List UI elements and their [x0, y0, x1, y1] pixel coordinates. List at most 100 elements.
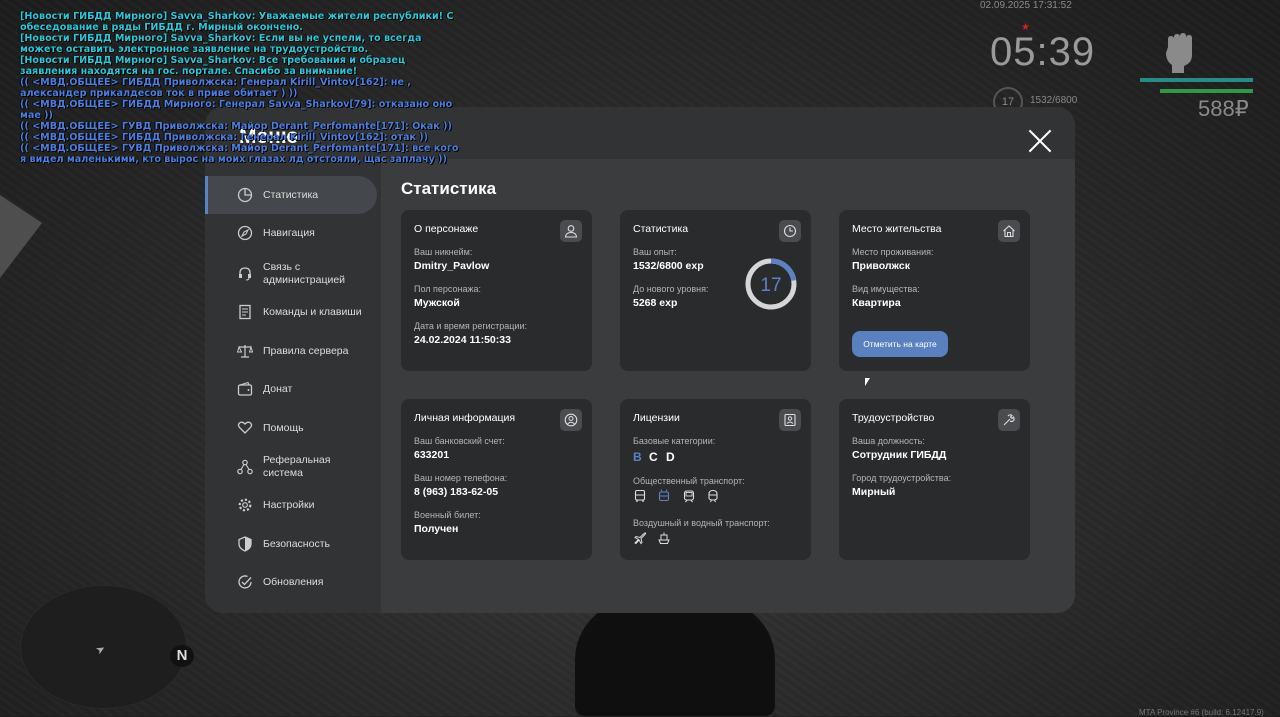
tram-icon — [683, 490, 695, 503]
gender-value: Мужской — [414, 297, 460, 309]
licenses-card: Лицензии Базовые категории: B C D Общест… — [620, 399, 811, 560]
tools-icon — [1003, 414, 1015, 426]
character-card: О персонаже Ваш никнейм: Dmitry_Pavlow П… — [401, 210, 592, 371]
chat-line: [Новости ГИБДД Мирного] Savva_Sharkov: У… — [20, 11, 457, 33]
sidebar-item-label: Обновления — [263, 575, 324, 588]
sidebar-item-navigation[interactable]: Навигация — [205, 214, 374, 252]
chat-line: (( <МВД.ОБЩЕЕ> ГИБДД Приволжска: Генерал… — [20, 77, 415, 99]
trolleybus-icon — [658, 489, 670, 502]
card-title: Статистика — [633, 223, 689, 235]
scales-icon — [237, 345, 253, 358]
bus-icon — [634, 489, 646, 502]
residence-card: Место жительства Место проживания: Приво… — [839, 210, 1030, 371]
place-label: Место проживания: — [852, 247, 934, 257]
pie-chart-icon — [237, 187, 253, 203]
chat-line: (( <МВД.ОБЩЕЕ> ГУВД Приволжска: Майор De… — [20, 121, 452, 132]
military-label: Военный билет: — [414, 510, 481, 520]
basic-categories-label: Базовые категории: — [633, 436, 716, 446]
exp-value: 1532/6800 exp — [633, 260, 704, 272]
sidebar-item-rules[interactable]: Правила сервера — [205, 332, 374, 370]
exp-label: Ваш опыт: — [633, 247, 677, 257]
check-circle-icon — [238, 575, 252, 589]
public-transport-label: Общественный транспорт: — [633, 476, 745, 486]
clock-icon — [783, 224, 797, 238]
airplane-icon — [634, 532, 647, 545]
hud-date: 02.09.2025 17:31:52 — [980, 0, 1072, 11]
sidebar-item-label: Команды и клавиши — [263, 305, 362, 318]
category-b: B — [633, 450, 642, 464]
sidebar-item-updates[interactable]: Обновления — [205, 563, 374, 601]
sidebar-item-label: Связь с администрацией — [263, 261, 346, 286]
card-icon-box — [779, 409, 801, 431]
metro-icon — [708, 489, 718, 503]
property-value: Квартира — [852, 297, 901, 309]
category-c: C — [649, 450, 658, 464]
sidebar-item-admin-contact[interactable]: Связь с администрацией — [205, 255, 374, 293]
heart-hands-icon — [237, 421, 253, 434]
next-level-label: До нового уровня: — [633, 284, 709, 294]
sidebar-item-donate[interactable]: Донат — [205, 370, 374, 408]
document-icon — [239, 304, 251, 320]
close-button[interactable] — [1027, 128, 1053, 154]
sidebar-item-referral[interactable]: Реферальная система — [205, 448, 374, 486]
card-icon-box — [560, 220, 582, 242]
headset-icon — [239, 267, 251, 281]
compass-icon — [237, 225, 253, 241]
bank-label: Ваш банковский счет: — [414, 436, 505, 446]
mark-on-map-button[interactable]: Отметить на карте — [852, 331, 948, 357]
sidebar-item-help[interactable]: Помощь — [205, 409, 374, 447]
chat-line: (( <МВД.ОБЩЕЕ> ГУВД Приволжска: Майор De… — [20, 143, 462, 165]
card-title: Личная информация — [414, 412, 516, 424]
chat-line: [Новости ГИБДД Мирного] Savva_Sharkov: В… — [20, 55, 409, 77]
sidebar-item-statistics[interactable]: Статистика — [205, 176, 377, 214]
north-indicator: N — [170, 645, 194, 667]
place-value: Приволжск — [852, 260, 910, 272]
chat-line: [Новости ГИБДД Мирного] Savva_Sharkov: Е… — [20, 33, 425, 55]
chat-line: (( <МВД.ОБЩЕЕ> ГИБДД Мирного: Генерал Sa… — [20, 99, 456, 121]
armor-bar — [1160, 89, 1253, 93]
chat-box: [Новости ГИБДД Мирного] Savva_Sharkov: У… — [20, 11, 465, 165]
employment-card: Трудоустройство Ваша должность: Сотрудни… — [839, 399, 1030, 560]
card-title: Место жительства — [852, 223, 942, 235]
hud-exp: 1532/6800 — [1030, 95, 1078, 106]
air-water-transport-label: Воздушный и водный транспорт: — [633, 518, 770, 528]
sidebar-item-label: Безопасность — [263, 537, 330, 550]
user-icon — [564, 225, 578, 238]
position-label: Ваша должность: — [852, 436, 925, 446]
wallet-icon — [237, 381, 253, 396]
job-city-value: Мирный — [852, 486, 896, 498]
user-circle-icon — [564, 413, 578, 427]
background-object — [0, 195, 42, 278]
next-level-value: 5268 exp — [633, 297, 678, 309]
card-title: Трудоустройство — [852, 412, 935, 424]
military-value: Получен — [414, 523, 459, 535]
home-icon — [1003, 225, 1015, 238]
stats-card: Статистика Ваш опыт: 1532/6800 exp До но… — [620, 210, 811, 371]
hud-money: 588₽ — [1198, 96, 1249, 121]
sidebar-item-label: Правила сервера — [263, 344, 349, 357]
section-title: Статистика — [401, 179, 497, 198]
sidebar-item-label: Помощь — [263, 421, 304, 434]
reg-label: Дата и время регистрации: — [414, 321, 527, 331]
personal-info-card: Личная информация Ваш банковский счет: 6… — [401, 399, 592, 560]
gear-icon — [238, 498, 252, 512]
license-card-icon — [784, 413, 796, 427]
chat-line: (( <МВД.ОБЩЕЕ> ГИБДД Приволжска: Генерал… — [20, 132, 429, 143]
network-icon — [237, 459, 253, 475]
sidebar-item-label: Навигация — [263, 226, 315, 239]
job-city-label: Город трудоустройства: — [852, 473, 952, 483]
health-bar — [1140, 78, 1253, 82]
fist-weapon-icon — [1166, 33, 1192, 73]
sidebar-item-label: Статистика — [263, 188, 319, 201]
card-icon-box — [998, 409, 1020, 431]
level-ring: 17 — [745, 258, 797, 310]
hud-clock: 05:39 — [990, 30, 1096, 74]
position-value: Сотрудник ГИБДД — [852, 449, 947, 461]
sidebar-item-commands[interactable]: Команды и клавиши — [205, 293, 374, 331]
sidebar-item-label: Настройки — [263, 498, 315, 511]
sidebar-item-settings[interactable]: Настройки — [205, 486, 374, 524]
sidebar-item-label: Донат — [263, 382, 293, 395]
sidebar-item-security[interactable]: Безопасность — [205, 525, 374, 563]
card-title: Лицензии — [633, 412, 680, 424]
sidebar-item-label: Реферальная система — [263, 454, 331, 479]
